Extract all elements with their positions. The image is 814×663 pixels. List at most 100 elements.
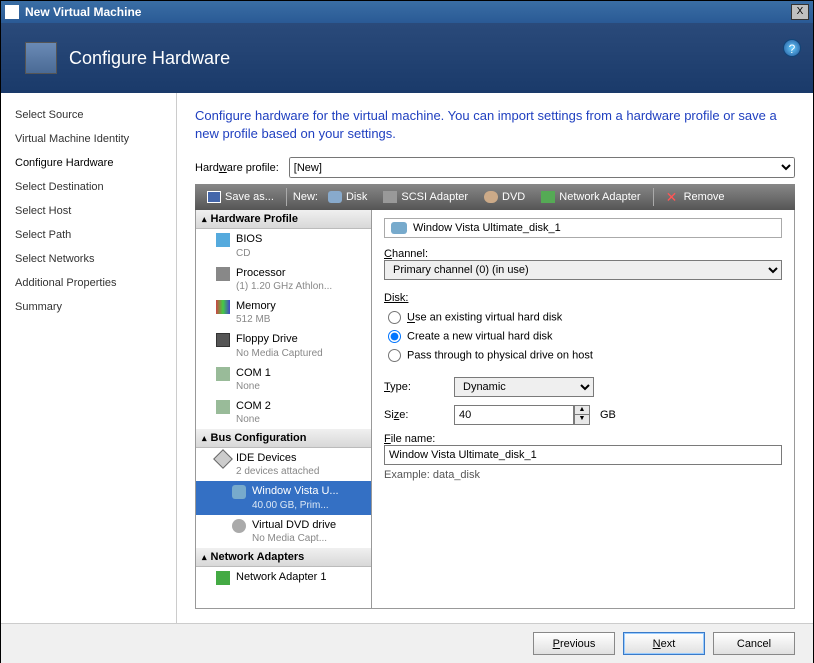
tree-item-network-adapter-1[interactable]: Network Adapter 1: [196, 567, 371, 588]
tree-item-com1[interactable]: COM 1None: [196, 363, 371, 396]
disk-icon: [232, 485, 246, 499]
size-label: Size:: [384, 409, 444, 421]
header-banner: Configure Hardware ?: [1, 23, 813, 93]
description-text: Configure hardware for the virtual machi…: [195, 107, 795, 143]
com-port-icon: [216, 367, 230, 381]
disk-section-label: Disk:: [384, 292, 408, 304]
radio-passthrough[interactable]: Pass through to physical drive on host: [384, 346, 782, 365]
hardware-profile-select[interactable]: [New]: [289, 157, 795, 178]
collapse-icon: ▴: [202, 214, 207, 225]
sidebar-item-select-host[interactable]: Select Host: [1, 199, 176, 223]
channel-select[interactable]: Primary channel (0) (in use): [384, 260, 782, 280]
tree-header-network[interactable]: ▴Network Adapters: [196, 548, 371, 567]
disk-radio-group: Use an existing virtual hard disk Create…: [384, 308, 782, 365]
network-icon: [541, 191, 555, 203]
wizard-sidebar: Select Source Virtual Machine Identity C…: [1, 93, 177, 623]
previous-button[interactable]: Previous: [533, 632, 615, 655]
tree-item-floppy[interactable]: Floppy DriveNo Media Captured: [196, 329, 371, 362]
bios-icon: [216, 233, 230, 247]
size-unit: GB: [600, 409, 616, 421]
radio-existing[interactable]: Use an existing virtual hard disk: [384, 308, 782, 327]
type-select[interactable]: Dynamic: [454, 377, 594, 397]
size-row: Size: ▲ ▼ GB: [384, 405, 782, 425]
dvd-drive-icon: [232, 519, 246, 533]
hardware-icon: [25, 42, 57, 74]
cpu-icon: [216, 267, 230, 281]
type-row: Type: Dynamic: [384, 377, 782, 397]
tree-item-memory[interactable]: Memory512 MB: [196, 296, 371, 329]
app-icon: [5, 5, 19, 19]
size-input[interactable]: [454, 405, 574, 425]
filename-example: Example: data_disk: [384, 469, 782, 481]
filename-input[interactable]: [384, 445, 782, 465]
new-network-button[interactable]: Network Adapter: [535, 189, 646, 205]
save-as-button[interactable]: Save as...: [201, 189, 280, 205]
new-dvd-button[interactable]: DVD: [478, 189, 531, 205]
sidebar-item-additional-properties[interactable]: Additional Properties: [1, 271, 176, 295]
content-area: Configure hardware for the virtual machi…: [177, 93, 813, 623]
cancel-button[interactable]: Cancel: [713, 632, 795, 655]
window-title: New Virtual Machine: [25, 5, 791, 19]
size-stepper: ▲ ▼: [454, 405, 590, 425]
sidebar-item-select-destination[interactable]: Select Destination: [1, 175, 176, 199]
hardware-toolbar: Save as... New: Disk SCSI Adapter DVD Ne…: [195, 184, 795, 210]
floppy-icon: [216, 333, 230, 347]
tree-item-bios[interactable]: BIOSCD: [196, 229, 371, 262]
save-icon: [207, 191, 221, 203]
tree-item-virtual-dvd[interactable]: Virtual DVD driveNo Media Capt...: [196, 515, 371, 548]
disk-section: Disk: Use an existing virtual hard disk …: [384, 292, 782, 365]
stepper-up[interactable]: ▲: [575, 406, 589, 415]
toolbar-separator: [286, 188, 287, 206]
main-area: Select Source Virtual Machine Identity C…: [1, 93, 813, 623]
tree-header-bus[interactable]: ▴Bus Configuration: [196, 429, 371, 448]
hardware-profile-row: Hardware profile: [New]: [195, 157, 795, 178]
tree-item-vhd[interactable]: Window Vista U...40.00 GB, Prim...: [196, 481, 371, 514]
close-button[interactable]: X: [791, 4, 809, 20]
stepper-down[interactable]: ▼: [575, 415, 589, 424]
new-label: New:: [293, 191, 318, 203]
detail-disk-name: Window Vista Ultimate_disk_1: [413, 222, 561, 234]
page-title: Configure Hardware: [69, 48, 230, 69]
collapse-icon: ▴: [202, 433, 207, 444]
network-adapter-icon: [216, 571, 230, 585]
hardware-tree[interactable]: ▴Hardware Profile BIOSCD Processor(1) 1.…: [196, 210, 372, 608]
filename-label: File name:: [384, 433, 435, 445]
wizard-footer: Previous Next Cancel: [1, 623, 813, 663]
toolbar-separator-2: [653, 188, 654, 206]
radio-new[interactable]: Create a new virtual hard disk: [384, 327, 782, 346]
disk-icon: [328, 191, 342, 203]
ide-icon: [213, 449, 233, 469]
hardware-profile-label: Hardware profile:: [195, 162, 279, 174]
sidebar-item-select-networks[interactable]: Select Networks: [1, 247, 176, 271]
memory-icon: [216, 300, 230, 314]
new-scsi-button[interactable]: SCSI Adapter: [377, 189, 474, 205]
type-label: Type:: [384, 381, 444, 393]
filename-section: File name: Example: data_disk: [384, 433, 782, 481]
channel-section: Channel: Primary channel (0) (in use): [384, 248, 782, 280]
help-icon[interactable]: ?: [783, 39, 801, 57]
collapse-icon: ▴: [202, 552, 207, 563]
sidebar-item-configure-hardware[interactable]: Configure Hardware: [1, 151, 176, 175]
hardware-body: ▴Hardware Profile BIOSCD Processor(1) 1.…: [195, 210, 795, 609]
titlebar: New Virtual Machine X: [1, 1, 813, 23]
tree-item-processor[interactable]: Processor(1) 1.20 GHz Athlon...: [196, 263, 371, 296]
sidebar-item-select-source[interactable]: Select Source: [1, 103, 176, 127]
remove-button[interactable]: ✕Remove: [660, 189, 731, 205]
new-disk-button[interactable]: Disk: [322, 189, 373, 205]
tree-item-com2[interactable]: COM 2None: [196, 396, 371, 429]
disk-icon: [391, 222, 407, 234]
sidebar-item-select-path[interactable]: Select Path: [1, 223, 176, 247]
com-port-icon: [216, 400, 230, 414]
channel-label: Channel:: [384, 248, 428, 260]
next-button[interactable]: Next: [623, 632, 705, 655]
scsi-icon: [383, 191, 397, 203]
detail-disk-header: Window Vista Ultimate_disk_1: [384, 218, 782, 238]
dvd-icon: [484, 191, 498, 203]
tree-header-hw-profile[interactable]: ▴Hardware Profile: [196, 210, 371, 229]
tree-item-ide[interactable]: IDE Devices2 devices attached: [196, 448, 371, 481]
size-stepper-buttons: ▲ ▼: [574, 405, 590, 425]
hardware-detail-panel: Window Vista Ultimate_disk_1 Channel: Pr…: [372, 210, 794, 608]
sidebar-item-vm-identity[interactable]: Virtual Machine Identity: [1, 127, 176, 151]
remove-icon: ✕: [666, 191, 680, 203]
sidebar-item-summary[interactable]: Summary: [1, 295, 176, 319]
